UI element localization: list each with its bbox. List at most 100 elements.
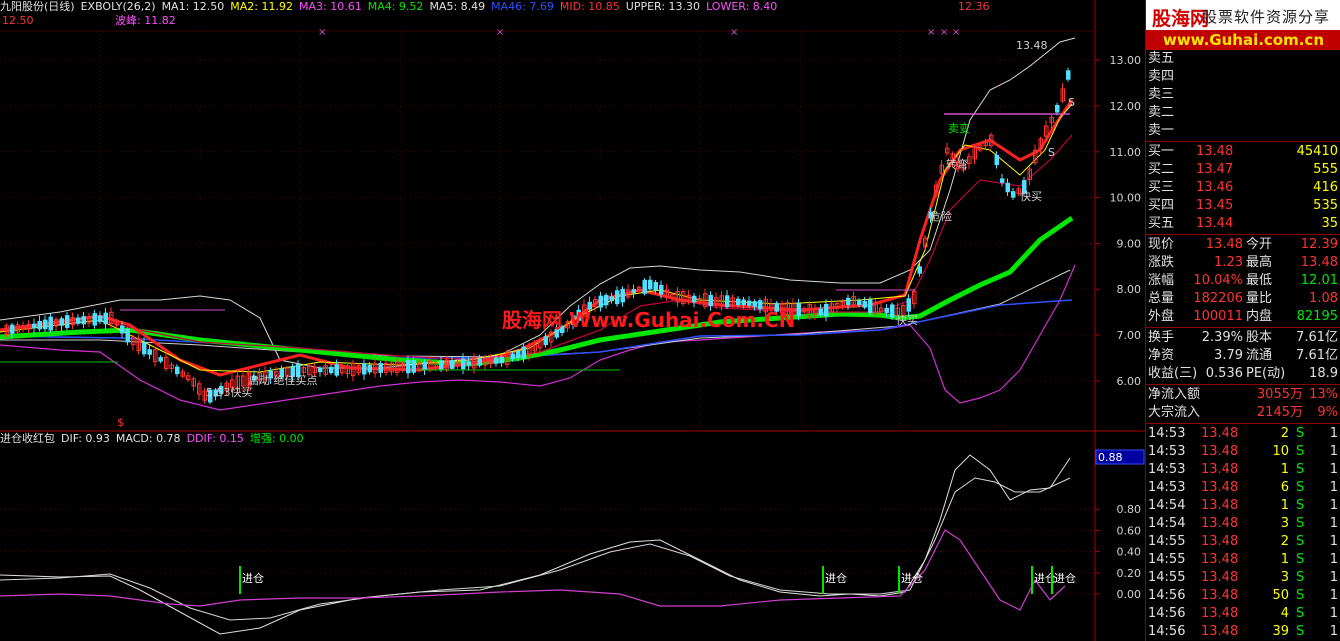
dif-value: DIF: 0.93 [61,432,110,445]
candle-body [439,360,444,370]
tick-side: S [1296,426,1305,441]
candle-body [521,346,526,359]
tick-time: 14:55 [1148,534,1186,549]
quote-value-2: 12.01 [1300,273,1338,288]
candle-body [1005,182,1010,193]
danger-label: 危险 [930,209,952,223]
candle-body [796,303,801,317]
dollar-marker: $ [117,416,124,429]
tick-side: S [1296,552,1305,567]
candle-body [725,295,730,308]
panel-separator [1146,384,1340,385]
zq-value: 增强: 0.00 [249,432,304,445]
ask-row: 卖五 [1146,50,1340,68]
candle-body [422,362,427,370]
watermark-text: 股海网 Www.Guhai.Com.CN [502,308,795,332]
bid-row: 买四 13.45 535 [1146,197,1340,215]
entry-signal-label: 进仓 [1054,571,1076,585]
site-logo[interactable]: 股海网 股票软件资源分享 www.Guhai.com.cn [1146,0,1340,50]
panel-separator [1146,423,1340,424]
tick-count: 1 [1329,444,1338,459]
tick-price: 13.48 [1201,426,1239,441]
tick-row: 14:56 13.48 4 S 1 [1146,605,1340,623]
tick-count: 1 [1329,588,1338,603]
bid-price: 13.45 [1196,198,1234,213]
tick-count: 1 [1329,624,1338,639]
upper-value: UPPER: 13.30 [625,0,701,13]
candle-body [494,357,499,364]
tick-volume: 3 [1280,516,1289,531]
x-marker: × [927,27,935,38]
ma4-value: MA4: 9.52 [367,0,424,13]
candle-body [125,328,130,343]
tick-count: 1 [1329,534,1338,549]
fin-value: 2.39% [1201,330,1243,345]
quote-label: 现价 [1148,237,1175,252]
quote-value: 100011 [1193,309,1243,324]
flow-pct: 13% [1309,387,1338,402]
macd-tick-label: 0.60 [1117,524,1142,537]
wave-peak-value: 波峰: 11.82 [115,14,176,27]
tick-time: 14:53 [1148,462,1186,477]
candle-body [147,349,152,355]
price-tick-label: 8.00 [1117,283,1142,296]
bid-volume: 416 [1313,180,1338,195]
quote-value: 13.48 [1205,237,1243,252]
entry-signal-label: 进仓 [242,571,264,585]
candle-body [516,350,521,359]
candle-body [598,295,603,308]
candle-body [450,360,455,369]
candle-body [659,284,664,295]
candle-body [32,323,37,329]
bid-volume: 555 [1313,162,1338,177]
tick-volume: 1 [1280,498,1289,513]
candle-body [615,290,620,305]
fin-label: 换手 [1148,330,1175,345]
fin-label-2: 流通 [1246,348,1273,363]
tick-row: 14:53 13.48 2 S 1 [1146,425,1340,443]
panel-separator [1146,327,1340,328]
candle-body [59,318,64,326]
logo-cn: 股海网 [1152,8,1210,30]
candle-body [103,312,108,325]
tick-row: 14:54 13.48 3 S 1 [1146,515,1340,533]
tick-row: 14:53 13.48 6 S 1 [1146,479,1340,497]
ddif-value: DDIF: 0.15 [186,432,244,445]
sub-left-value: 12.50 [2,14,34,27]
macd-tick-label: 0.20 [1117,567,1142,580]
fin-value-2: 7.61亿 [1296,330,1338,345]
tick-price: 13.48 [1201,498,1239,513]
ask-label: 卖一 [1148,123,1175,138]
candle-body [620,288,625,303]
quick-buy-label: 快买 [1020,190,1042,203]
candle-body [76,317,81,324]
candle-body [406,360,411,374]
quote-label-2: 今开 [1246,237,1273,252]
candle-body [43,319,48,330]
fin-row: 净资 3.79 流通 7.61亿 [1146,347,1340,365]
candle-body [461,358,466,370]
candle-body [1066,70,1071,80]
candle-body [367,364,372,373]
ask-label: 卖五 [1148,51,1175,66]
tick-price: 13.48 [1201,444,1239,459]
bid-row: 买三 13.46 416 [1146,179,1340,197]
macd-current-label: 0.88 [1098,451,1123,464]
bid-label: 买四 [1148,198,1175,213]
tick-volume: 50 [1272,588,1289,603]
quote-label-2: 量比 [1246,291,1273,306]
x-marker: × [952,27,960,38]
candle-body [890,304,895,318]
sub-indicator-name: 进仓收红包 [0,432,55,445]
tick-time: 14:55 [1148,570,1186,585]
ma3-value: MA3: 10.61 [299,0,362,13]
tick-volume: 2 [1280,426,1289,441]
tick-count: 1 [1329,606,1338,621]
candle-body [411,360,416,373]
chart-area[interactable]: 13.00 12.00 11.00 10.00 9.00 8.00 7.00 6.00 0.80… [0,0,1145,641]
candle-body [906,298,911,312]
candle-body [37,320,42,330]
macd-tick-label: 0.80 [1117,503,1142,516]
tick-side: S [1296,534,1305,549]
quote-row: 涨幅 10.04% 最低 12.01 [1146,272,1340,290]
